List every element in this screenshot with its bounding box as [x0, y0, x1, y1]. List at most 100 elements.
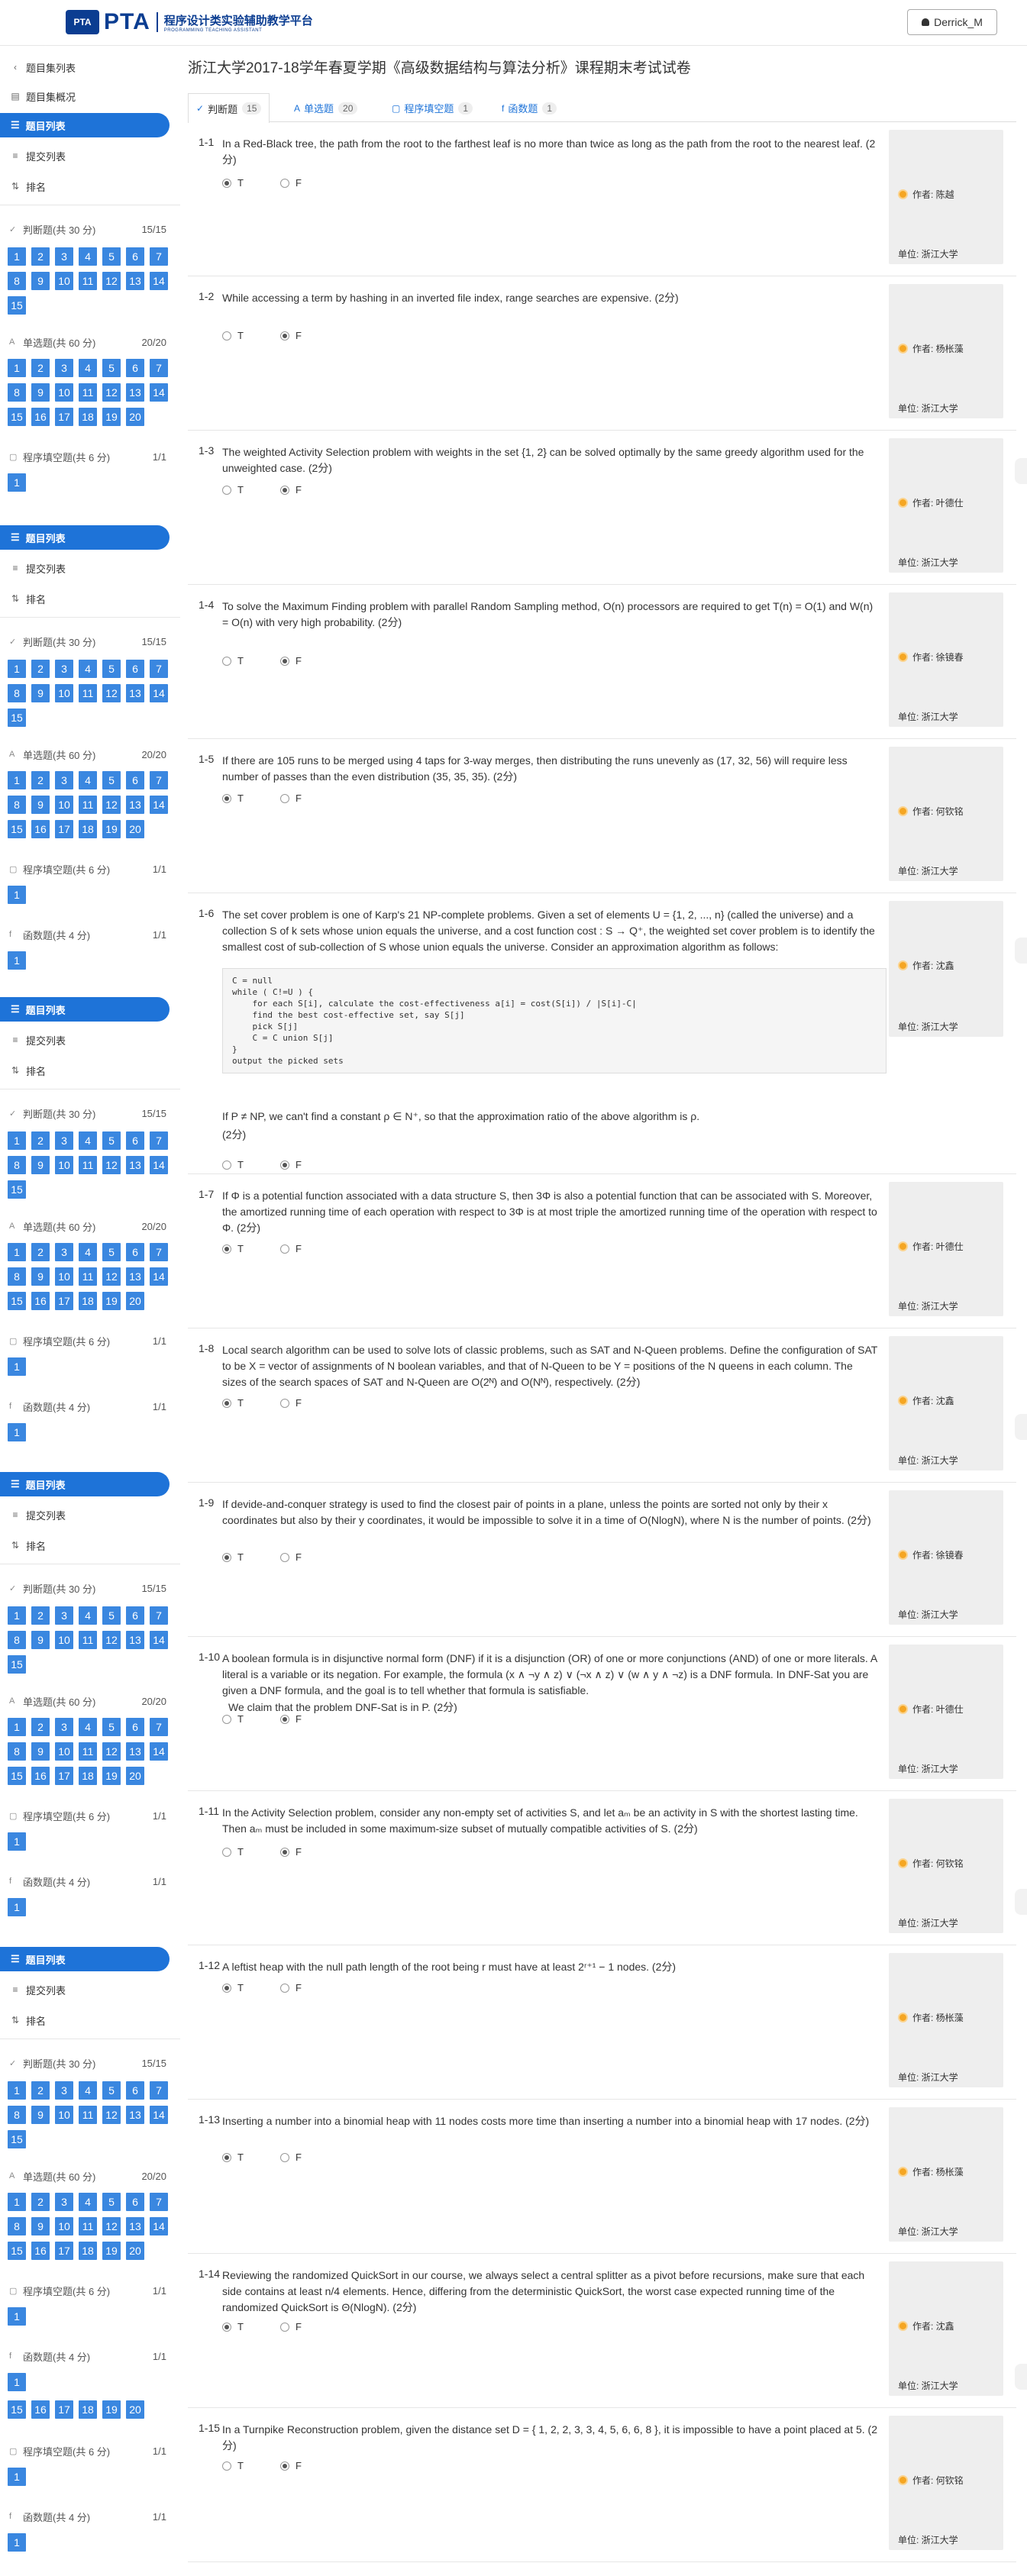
question-jump-button[interactable]: 18 — [79, 820, 97, 838]
question-jump-button[interactable]: 1 — [8, 951, 26, 970]
radio-true[interactable] — [222, 178, 231, 188]
sidebar-section-true-false[interactable]: ✓ 判断题(共 30 分) 15/15 — [9, 221, 171, 237]
question-jump-button[interactable]: 8 — [8, 1156, 26, 1174]
question-jump-button[interactable]: 2 — [31, 359, 50, 377]
sidebar-section-true-false[interactable]: ✓ 判断题(共 30 分) 15/15 — [9, 1580, 171, 1596]
question-jump-button[interactable]: 9 — [31, 1156, 50, 1174]
question-jump-button[interactable]: 17 — [55, 2400, 73, 2419]
question-jump-button[interactable]: 10 — [55, 383, 73, 402]
sidebar-item-overview[interactable]: ▤ 题目集概况 — [11, 89, 76, 104]
option-false[interactable]: F — [279, 1713, 302, 1725]
question-jump-button[interactable]: 15 — [8, 1767, 26, 1785]
radio-true[interactable] — [222, 485, 231, 495]
radio-false[interactable] — [279, 1847, 289, 1857]
radio-true[interactable] — [222, 1160, 231, 1170]
question-jump-button[interactable]: 5 — [102, 1243, 121, 1261]
question-jump-button[interactable]: 15 — [8, 296, 26, 315]
question-jump-button[interactable]: 16 — [31, 2400, 50, 2419]
question-jump-button[interactable]: 18 — [79, 2242, 97, 2260]
radio-true[interactable] — [222, 2152, 231, 2162]
question-jump-button[interactable]: 18 — [79, 2400, 97, 2419]
option-false[interactable]: F — [279, 177, 302, 189]
sidebar-section-program-fill[interactable]: ▢ 程序填空题(共 6 分) 1/1 — [9, 2443, 171, 2458]
question-jump-button[interactable]: 6 — [126, 2193, 144, 2211]
question-jump-button[interactable]: 13 — [126, 1742, 144, 1761]
question-jump-button[interactable]: 19 — [102, 1292, 121, 1310]
feedback-side-tab[interactable] — [1015, 1889, 1027, 1915]
feedback-side-tab[interactable] — [1015, 458, 1027, 484]
question-jump-button[interactable]: 16 — [31, 1767, 50, 1785]
question-jump-button[interactable]: 17 — [55, 2242, 73, 2260]
question-jump-button[interactable]: 14 — [150, 1631, 168, 1649]
question-jump-button[interactable]: 20 — [126, 2400, 144, 2419]
option-false[interactable]: F — [279, 1159, 302, 1170]
radio-false[interactable] — [279, 793, 289, 803]
question-jump-button[interactable]: 16 — [31, 820, 50, 838]
question-jump-button[interactable]: 12 — [102, 1631, 121, 1649]
question-jump-button[interactable]: 10 — [55, 1631, 73, 1649]
question-jump-button[interactable]: 4 — [79, 660, 97, 678]
question-jump-button[interactable]: 14 — [150, 2217, 168, 2235]
question-jump-button[interactable]: 10 — [55, 796, 73, 814]
option-false[interactable]: F — [279, 1982, 302, 1993]
question-jump-button[interactable]: 4 — [79, 359, 97, 377]
option-true[interactable]: T — [222, 330, 244, 341]
question-jump-button[interactable]: 3 — [55, 1243, 73, 1261]
question-jump-button[interactable]: 12 — [102, 684, 121, 702]
question-jump-button[interactable]: 6 — [126, 1606, 144, 1625]
question-jump-button[interactable]: 1 — [8, 771, 26, 789]
sidebar-section-function[interactable]: f 函数题(共 4 分) 1/1 — [9, 1874, 171, 1889]
question-jump-button[interactable]: 5 — [102, 1718, 121, 1736]
option-false[interactable]: F — [279, 1243, 302, 1254]
sidebar-section-function[interactable]: f 函数题(共 4 分) 1/1 — [9, 1399, 171, 1414]
question-jump-button[interactable]: 2 — [31, 1131, 50, 1150]
option-true[interactable]: T — [222, 2460, 244, 2471]
user-menu-button[interactable]: Derrick_M — [907, 9, 997, 35]
question-jump-button[interactable]: 20 — [126, 2242, 144, 2260]
question-jump-button[interactable]: 8 — [8, 1742, 26, 1761]
question-jump-button[interactable]: 10 — [55, 1267, 73, 1286]
question-jump-button[interactable]: 7 — [150, 1131, 168, 1150]
feedback-side-tab[interactable] — [1015, 938, 1027, 964]
back-to-problem-sets-link[interactable]: ‹ 题目集列表 — [11, 60, 76, 75]
question-jump-button[interactable]: 8 — [8, 1267, 26, 1286]
sidebar-item-ranking[interactable]: ⇅ 排名 — [11, 2013, 46, 2028]
question-jump-button[interactable]: 14 — [150, 272, 168, 290]
question-jump-button[interactable]: 7 — [150, 247, 168, 266]
question-jump-button[interactable]: 17 — [55, 820, 73, 838]
question-jump-button[interactable]: 1 — [8, 1357, 26, 1376]
question-jump-button[interactable]: 6 — [126, 1131, 144, 1150]
question-jump-button[interactable]: 15 — [8, 1180, 26, 1199]
option-true[interactable]: T — [222, 1982, 244, 1993]
question-jump-button[interactable]: 1 — [8, 1131, 26, 1150]
question-jump-button[interactable]: 4 — [79, 1718, 97, 1736]
question-jump-button[interactable]: 9 — [31, 1267, 50, 1286]
question-jump-button[interactable]: 3 — [55, 771, 73, 789]
question-jump-button[interactable]: 5 — [102, 2193, 121, 2211]
question-jump-button[interactable]: 14 — [150, 1742, 168, 1761]
question-jump-button[interactable]: 1 — [8, 2193, 26, 2211]
question-jump-button[interactable]: 4 — [79, 1606, 97, 1625]
question-jump-button[interactable]: 3 — [55, 359, 73, 377]
question-jump-button[interactable]: 1 — [8, 1606, 26, 1625]
tab-true-false[interactable]: ✓ 判断题 15 — [188, 93, 270, 123]
sidebar-item-problem-list[interactable]: ☰ 题目列表 — [0, 1947, 170, 1971]
question-jump-button[interactable]: 14 — [150, 1267, 168, 1286]
question-jump-button[interactable]: 2 — [31, 1718, 50, 1736]
radio-false[interactable] — [279, 1160, 289, 1170]
question-jump-button[interactable]: 14 — [150, 796, 168, 814]
radio-false[interactable] — [279, 2322, 289, 2332]
option-true[interactable]: T — [222, 1846, 244, 1858]
question-jump-button[interactable]: 2 — [31, 1243, 50, 1261]
option-true[interactable]: T — [222, 1159, 244, 1170]
question-jump-button[interactable]: 13 — [126, 2106, 144, 2124]
radio-true[interactable] — [222, 656, 231, 666]
pta-logo[interactable]: PTA PTA 程序设计类实验辅助教学平台 PROGRAMMING TEACHI… — [66, 9, 313, 35]
sidebar-item-ranking[interactable]: ⇅ 排名 — [11, 1063, 46, 1078]
option-true[interactable]: T — [222, 1551, 244, 1563]
question-jump-button[interactable]: 1 — [8, 2373, 26, 2391]
tab-single-choice[interactable]: A 单选题 20 — [286, 93, 366, 122]
option-false[interactable]: F — [279, 1551, 302, 1563]
question-jump-button[interactable]: 1 — [8, 660, 26, 678]
question-jump-button[interactable]: 10 — [55, 1156, 73, 1174]
